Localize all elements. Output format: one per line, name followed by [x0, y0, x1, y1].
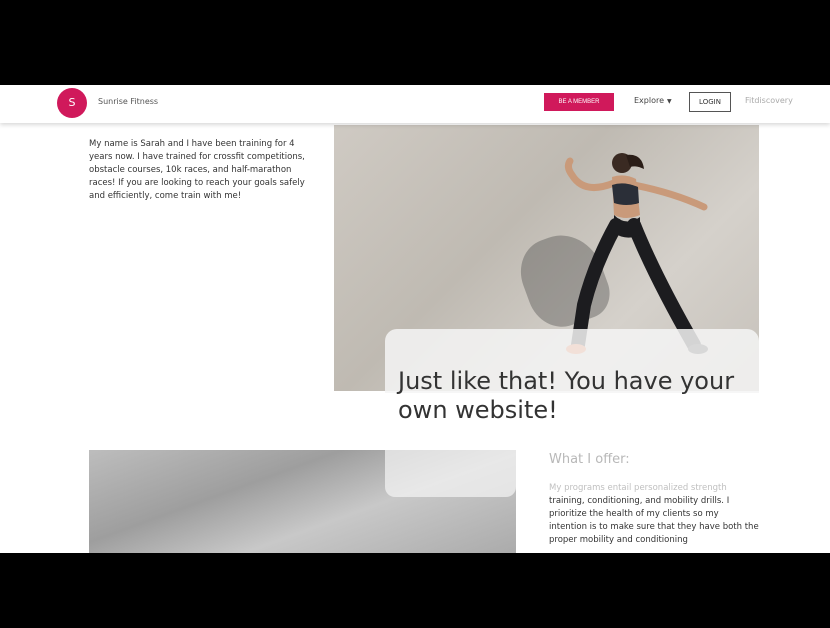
- brand-logo[interactable]: S: [57, 88, 87, 118]
- member-button[interactable]: BE A MEMBER: [544, 93, 614, 111]
- offer-text-body: training, conditioning, and mobility dri…: [549, 496, 759, 545]
- offer-text: My programs entail personalized strength…: [549, 482, 759, 547]
- navbar: S Sunrise Fitness BE A MEMBER Explore ▼ L…: [0, 85, 830, 123]
- website-preview: S Sunrise Fitness BE A MEMBER Explore ▼ L…: [0, 85, 830, 553]
- concrete-card: [385, 450, 516, 497]
- login-button[interactable]: LOGIN: [689, 92, 731, 112]
- discovery-link[interactable]: Fitdiscovery: [745, 96, 793, 105]
- explore-label: Explore: [634, 96, 665, 105]
- explore-menu[interactable]: Explore ▼: [634, 96, 672, 105]
- hero-headline: Just like that! You have your own websit…: [398, 367, 735, 424]
- letterbox-bottom: [0, 553, 830, 628]
- offer-text-faded: My programs entail personalized strength: [549, 483, 727, 493]
- letterbox-top: [0, 0, 830, 85]
- brand-name[interactable]: Sunrise Fitness: [98, 97, 158, 106]
- offer-title: What I offer:: [549, 452, 630, 467]
- chevron-down-icon: ▼: [667, 98, 672, 105]
- about-text: My name is Sarah and I have been trainin…: [89, 139, 305, 201]
- logo-letter: S: [68, 96, 76, 109]
